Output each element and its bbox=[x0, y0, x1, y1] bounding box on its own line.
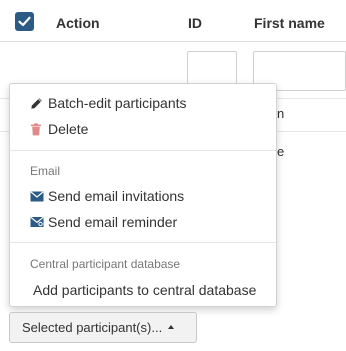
caret-up-icon bbox=[168, 324, 175, 329]
column-header-action[interactable]: Action bbox=[56, 15, 100, 31]
menu-item-send-invitations[interactable]: Send email invitations bbox=[10, 187, 276, 205]
table-header: Action ID First name bbox=[0, 0, 346, 42]
menu-item-label: Send email invitations bbox=[48, 188, 185, 204]
select-all-checkbox[interactable] bbox=[15, 12, 34, 31]
envelope-icon bbox=[30, 188, 46, 204]
column-header-first-name[interactable]: First name bbox=[254, 15, 325, 31]
table-cell: n bbox=[277, 106, 285, 121]
table-cell: e bbox=[277, 144, 285, 159]
trash-icon bbox=[30, 121, 46, 137]
checkmark-icon bbox=[18, 16, 31, 27]
menu-item-label: Batch-edit participants bbox=[48, 95, 187, 111]
selected-participants-menu: Batch-edit participants Delete Email Sen… bbox=[9, 83, 277, 307]
menu-item-send-reminder[interactable]: Send email reminder bbox=[10, 213, 276, 231]
menu-item-label: Add participants to central database bbox=[33, 282, 257, 298]
menu-section-cpdb: Central participant database bbox=[30, 257, 181, 271]
menu-divider bbox=[10, 150, 276, 151]
menu-item-delete[interactable]: Delete bbox=[10, 120, 276, 138]
selected-participants-button-label: Selected participant(s)... bbox=[22, 320, 163, 335]
envelope-reminder-icon bbox=[30, 214, 46, 230]
menu-section-email: Email bbox=[30, 164, 61, 178]
pencil-icon bbox=[30, 95, 46, 111]
menu-item-label: Delete bbox=[48, 121, 89, 137]
selected-participants-button[interactable]: Selected participant(s)... bbox=[9, 312, 197, 343]
menu-item-batch-edit[interactable]: Batch-edit participants bbox=[10, 94, 276, 112]
menu-item-add-to-central-db[interactable]: Add participants to central database bbox=[10, 281, 276, 299]
participants-table-view: Action ID First name n e Batch-edit part… bbox=[0, 0, 346, 351]
column-header-id[interactable]: ID bbox=[188, 15, 202, 31]
menu-item-label: Send email reminder bbox=[48, 214, 178, 230]
menu-divider bbox=[10, 242, 276, 243]
